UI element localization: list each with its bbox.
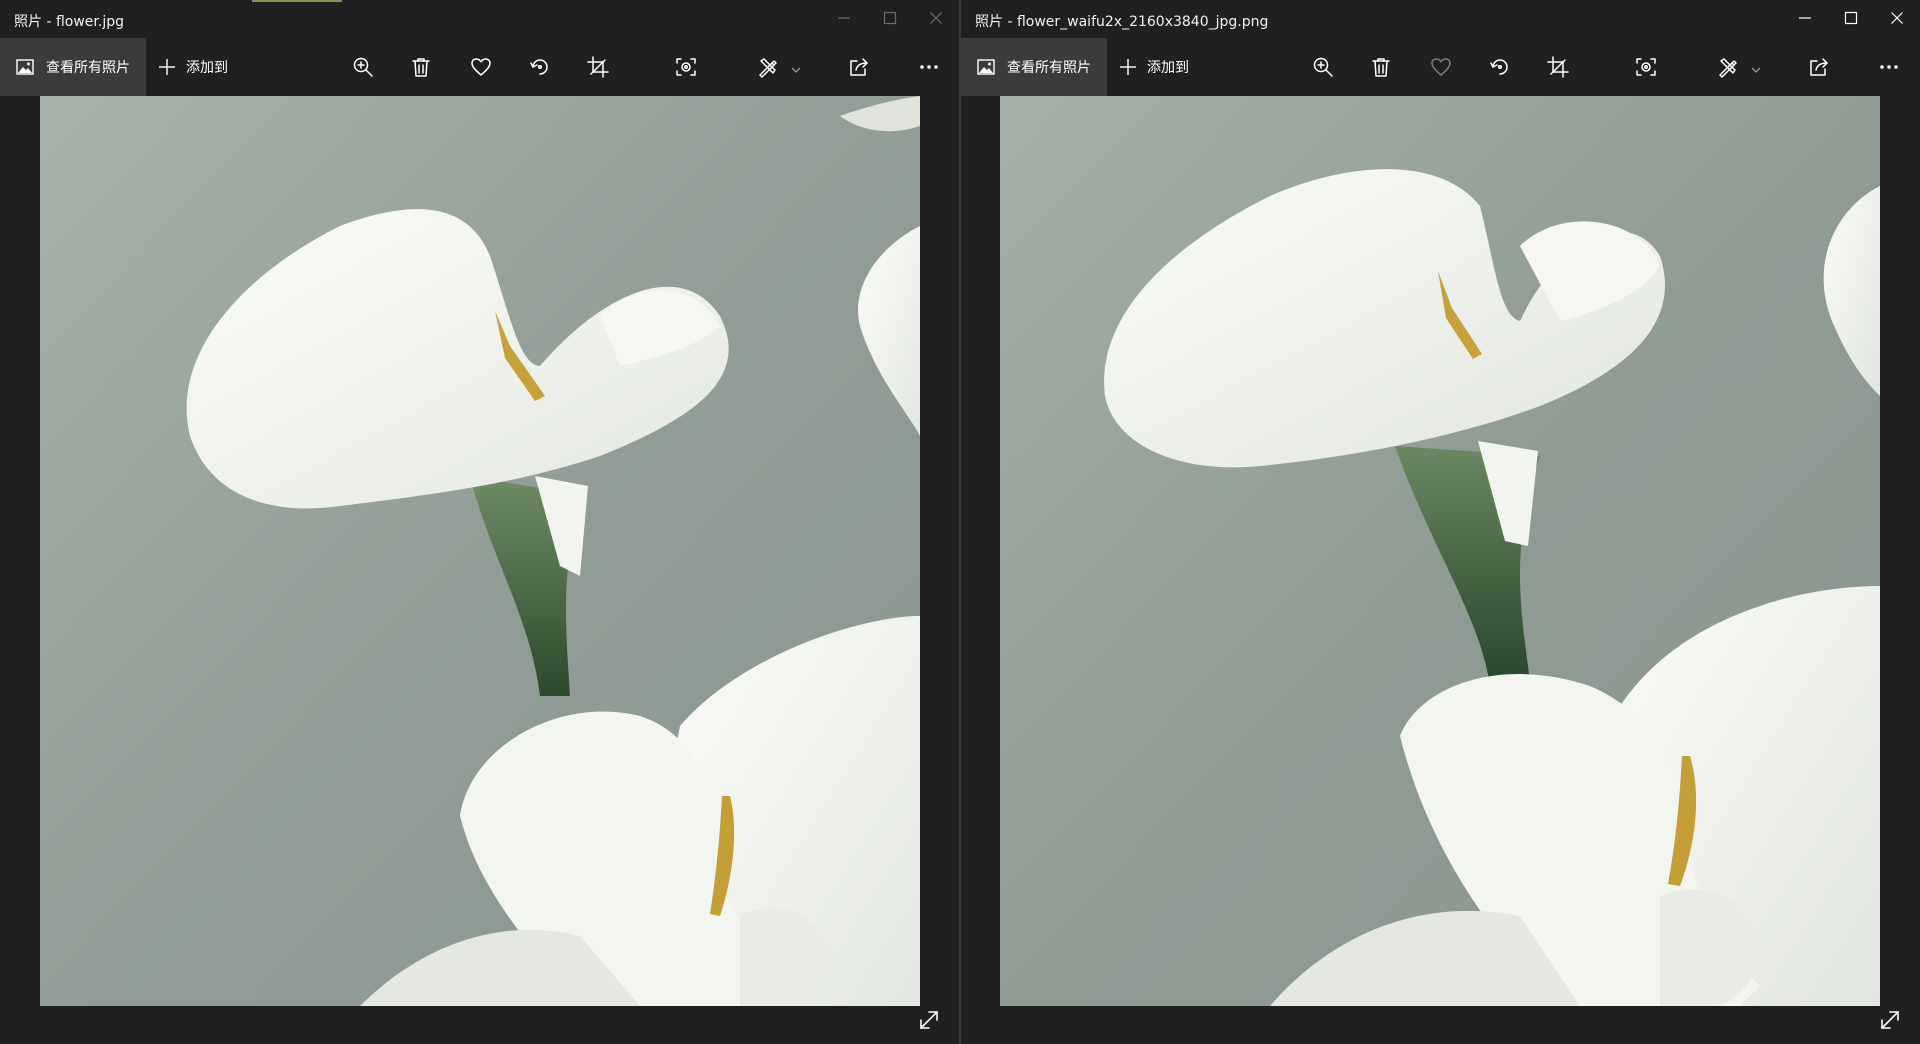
close-icon — [930, 12, 942, 24]
enhance-icon — [676, 58, 696, 76]
zoom-in-button[interactable] — [349, 53, 377, 81]
chevron-down-icon — [791, 67, 801, 73]
share-button[interactable] — [1805, 53, 1833, 81]
chevron-down-icon — [1751, 67, 1761, 73]
crop-button[interactable] — [584, 53, 612, 81]
edit-create-button[interactable] — [754, 53, 782, 81]
add-to-button[interactable]: 添加到 — [158, 38, 228, 96]
more-icon — [920, 65, 938, 69]
title-accent-line — [252, 0, 342, 2]
window-title: 照片 - flower.jpg — [14, 14, 124, 30]
maximize-button[interactable] — [867, 0, 913, 36]
desktop: 照片 - flower.jpg 查看所有照片 添加到 照片 - flower_w… — [0, 0, 1920, 1044]
favorite-icon — [1431, 58, 1451, 76]
more-icon — [1880, 65, 1898, 69]
rotate-button[interactable] — [525, 53, 553, 81]
zoom-in-icon — [353, 57, 373, 77]
minimize-button[interactable] — [1782, 0, 1828, 36]
edit-create-icon — [1719, 58, 1737, 78]
close-icon — [1891, 12, 1903, 24]
minimize-button[interactable] — [821, 0, 867, 36]
fullscreen-button[interactable] — [915, 1006, 943, 1034]
toolbar: 查看所有照片 添加到 — [0, 38, 959, 96]
zoom-in-icon — [1313, 57, 1333, 77]
more-button[interactable] — [915, 53, 943, 81]
photos-window-upscaled: 照片 - flower_waifu2x_2160x3840_jpg.png 查看… — [961, 0, 1920, 1044]
view-all-photos-label: 查看所有照片 — [46, 60, 130, 76]
share-icon — [1810, 58, 1828, 76]
rotate-icon — [1490, 59, 1508, 75]
delete-button[interactable] — [407, 53, 435, 81]
photo-canvas[interactable] — [961, 96, 1920, 1044]
more-button[interactable] — [1875, 53, 1903, 81]
title-bar[interactable]: 照片 - flower.jpg — [0, 0, 959, 40]
photo-gallery-icon — [977, 59, 995, 75]
photos-window-original: 照片 - flower.jpg 查看所有照片 添加到 — [0, 0, 959, 1044]
rotate-icon — [530, 59, 548, 75]
photo-flower — [40, 96, 920, 1006]
plus-icon — [159, 59, 175, 75]
maximize-button[interactable] — [1828, 0, 1874, 36]
calla-lily-photo — [1000, 96, 1880, 1006]
view-all-photos-button[interactable]: 查看所有照片 — [0, 38, 146, 96]
view-all-photos-label: 查看所有照片 — [1007, 60, 1091, 76]
crop-icon — [587, 56, 609, 78]
rotate-button[interactable] — [1485, 53, 1513, 81]
edit-create-button[interactable] — [1714, 53, 1742, 81]
minimize-icon — [1799, 17, 1811, 19]
delete-button[interactable] — [1367, 53, 1395, 81]
photo-gallery-icon — [16, 59, 34, 75]
delete-icon — [1372, 58, 1390, 77]
plus-icon — [1120, 59, 1136, 75]
close-button[interactable] — [913, 0, 959, 36]
share-button[interactable] — [845, 53, 873, 81]
toolbar: 查看所有照片 添加到 — [961, 38, 1920, 96]
favorite-button[interactable] — [1427, 53, 1455, 81]
delete-icon — [412, 58, 430, 77]
close-button[interactable] — [1874, 0, 1920, 36]
edit-create-icon — [759, 58, 777, 78]
view-all-photos-button[interactable]: 查看所有照片 — [961, 38, 1107, 96]
add-to-label: 添加到 — [186, 60, 228, 76]
enhance-button[interactable] — [672, 53, 700, 81]
favorite-icon — [471, 58, 491, 76]
add-to-label: 添加到 — [1147, 60, 1189, 76]
photo-canvas[interactable] — [0, 96, 959, 1044]
window-title: 照片 - flower_waifu2x_2160x3840_jpg.png — [975, 14, 1269, 30]
maximize-icon — [883, 11, 897, 25]
favorite-button[interactable] — [467, 53, 495, 81]
maximize-icon — [1844, 11, 1858, 25]
title-bar[interactable]: 照片 - flower_waifu2x_2160x3840_jpg.png — [961, 0, 1920, 40]
expand-icon — [920, 1011, 938, 1029]
enhance-button[interactable] — [1632, 53, 1660, 81]
enhance-icon — [1636, 58, 1656, 76]
share-icon — [850, 58, 868, 76]
expand-icon — [1881, 1011, 1899, 1029]
edit-dropdown-caret[interactable] — [790, 61, 802, 73]
zoom-in-button[interactable] — [1309, 53, 1337, 81]
minimize-icon — [838, 17, 850, 19]
crop-icon — [1547, 56, 1569, 78]
photo-flower-upscaled — [1000, 96, 1880, 1006]
edit-dropdown-caret[interactable] — [1750, 61, 1762, 73]
calla-lily-photo — [40, 96, 920, 1006]
crop-button[interactable] — [1544, 53, 1572, 81]
add-to-button[interactable]: 添加到 — [1119, 38, 1189, 96]
fullscreen-button[interactable] — [1876, 1006, 1904, 1034]
